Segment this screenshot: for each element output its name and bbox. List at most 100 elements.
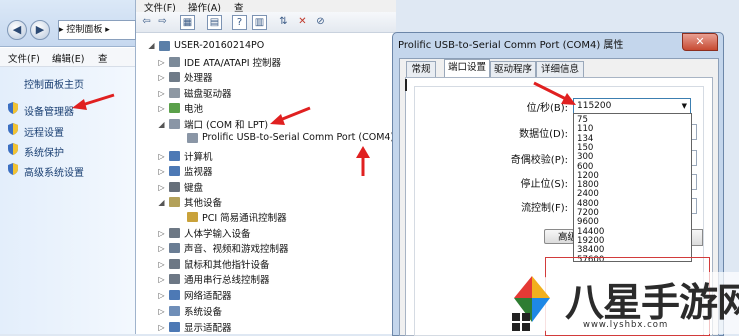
menu-view[interactable]: 查 [98,51,108,65]
tree-node-label: 鼠标和其他指针设备 [184,260,270,271]
device-icon [169,151,180,161]
watermark-url: www.lyshbx.com [583,320,669,330]
remote-settings-link[interactable]: 远程设置 [24,124,64,139]
tree-node[interactable]: ▷ 显示适配器 [157,320,232,334]
tree-node-label: 其他设备 [184,198,223,209]
tree-expand-toggle[interactable]: ▷ [157,244,166,253]
tree-node-label: IDE ATA/ATAPI 控制器 [184,58,282,69]
device-manager-link[interactable]: 设备管理器 [24,103,74,118]
device-icon [187,132,198,143]
tree-node[interactable]: ◢ 其他设备 [157,195,222,209]
address-bar[interactable]: ▸ 控制面板 ▸ [58,20,136,40]
baud-rate-options: 75 110 134 150 300 600 1200 1800 2400 4800 7200 960… [573,113,692,262]
flow-control-label: 流控制(F): [521,203,568,214]
tree-expand-toggle[interactable]: ▷ [157,260,166,269]
tree-expand-toggle[interactable]: ◢ [147,41,156,50]
tree-node[interactable]: ◢ USER-20160214PO [147,40,264,51]
text-cursor [405,79,407,91]
device-icon [169,72,180,82]
device-icon [169,103,180,113]
tree-expand-toggle[interactable]: ▷ [157,323,166,332]
disable-icon[interactable]: ⊘ [314,15,327,28]
baud-rate-value: 115200 [577,101,612,111]
properties-icon[interactable]: ▦ [180,15,195,30]
tree-node[interactable]: ▷ 键盘 [157,180,203,194]
tree-node[interactable]: ▷ 网络适配器 [157,288,232,302]
device-icon [169,182,180,192]
tree-expand-toggle[interactable]: ▷ [157,89,166,98]
tree-node[interactable]: ▷ 处理器 [157,70,213,84]
tree-node-label: PCI 简易通讯控制器 [202,213,287,224]
details-icon[interactable]: ▤ [207,15,222,30]
device-icon [159,40,170,51]
tree-expand-toggle[interactable]: ◢ [157,120,166,129]
tree-expand-toggle[interactable]: ▷ [157,73,166,82]
system-protection-link[interactable]: 系统保护 [24,144,64,159]
advanced-button-label: 高级 [558,232,573,243]
tree-expand-toggle[interactable]: ▷ [157,291,166,300]
scan-hardware-icon[interactable]: ▥ [252,15,267,30]
tree-node[interactable]: ▷ 声音、视频和游戏控制器 [157,241,289,255]
tree-expand-toggle[interactable]: ▷ [157,104,166,113]
shield-icon [8,123,18,135]
back-icon: ◀ [12,23,22,36]
uninstall-icon[interactable]: ✕ [296,15,309,28]
tree-node[interactable]: Prolific USB-to-Serial Comm Port (COM4) [175,132,394,143]
forward-icon[interactable]: ⇨ [156,15,169,28]
annotation-arrow [72,93,115,110]
tree-expand-toggle[interactable]: ▷ [157,275,166,284]
tree-node-label: 计算机 [184,152,213,163]
device-icon [169,88,180,98]
address-text: ▸ 控制面板 ▸ [59,25,110,35]
help-icon[interactable]: ? [232,15,247,30]
annotation-arrow [356,146,370,176]
tree-node[interactable]: ▷ 计算机 [157,149,213,163]
control-panel-home-link[interactable]: 控制面板主页 [24,76,84,91]
tree-node[interactable]: ▷ IDE ATA/ATAPI 控制器 [157,55,281,69]
tree-node[interactable]: PCI 简易通讯控制器 [175,210,287,224]
tree-node[interactable]: ▷ 人体学输入设备 [157,226,251,240]
menu-file[interactable]: 文件(F) [8,51,40,65]
tab-port-settings[interactable]: 端口设置 [444,59,490,79]
tree-expand-toggle[interactable]: ▷ [157,167,166,176]
tree-node-label: 磁盘驱动器 [184,89,232,100]
shield-icon [8,143,18,155]
advanced-system-settings-link[interactable]: 高级系统设置 [24,164,84,179]
baud-rate-select[interactable]: 115200 ▼ [573,98,691,114]
forward-button[interactable]: ▶ [30,20,50,40]
tree-expand-toggle[interactable]: ▷ [157,152,166,161]
update-driver-icon[interactable]: ⇅ [277,15,290,28]
device-icon [169,290,180,300]
tab-details[interactable]: 详细信息 [536,61,584,78]
device-icon [169,119,180,129]
tree-expand-toggle[interactable]: ▷ [157,307,166,316]
back-button[interactable]: ◀ [7,20,27,40]
forward-icon: ▶ [35,23,45,36]
tab-driver[interactable]: 驱动程序 [490,61,536,78]
tab-general[interactable]: 常规 [406,61,436,78]
back-icon[interactable]: ⇦ [140,15,153,28]
tree-node[interactable]: ▷ 电池 [157,101,203,115]
tree-node-label: 网络适配器 [184,291,232,302]
tree-node[interactable]: ▷ 监视器 [157,164,213,178]
shield-icon [8,102,18,114]
tree-node[interactable]: ▷ 鼠标和其他指针设备 [157,257,270,271]
tree-expand-toggle[interactable]: ▷ [157,58,166,67]
tree-node[interactable]: ▷ 磁盘驱动器 [157,86,232,100]
tree-expand-toggle[interactable]: ▷ [157,229,166,238]
device-manager-toolbar: ⇦ ⇨ ▦ ▤ ? ▥ ⇅ ✕ ⊘ [136,12,396,33]
tree-node[interactable]: ◢ 端口 (COM 和 LPT) [157,117,268,131]
tree-node-label: 键盘 [184,183,204,194]
device-icon [169,197,180,207]
tree-node-label: 处理器 [184,73,213,84]
menu-edit[interactable]: 编辑(E) [52,51,84,65]
annotation-arrow [270,106,311,125]
close-button[interactable]: ✕ [682,33,718,51]
tree-node-label: 电池 [184,104,204,115]
tree-node[interactable]: ▷ 通用串行总线控制器 [157,272,270,286]
dialog-title: Prolific USB-to-Serial Comm Port (COM4) … [398,40,624,51]
advanced-button[interactable]: 高级 [544,229,574,244]
tree-expand-toggle[interactable]: ▷ [157,183,166,192]
tree-expand-toggle[interactable]: ◢ [157,198,166,207]
tree-node[interactable]: ▷ 系统设备 [157,304,222,318]
